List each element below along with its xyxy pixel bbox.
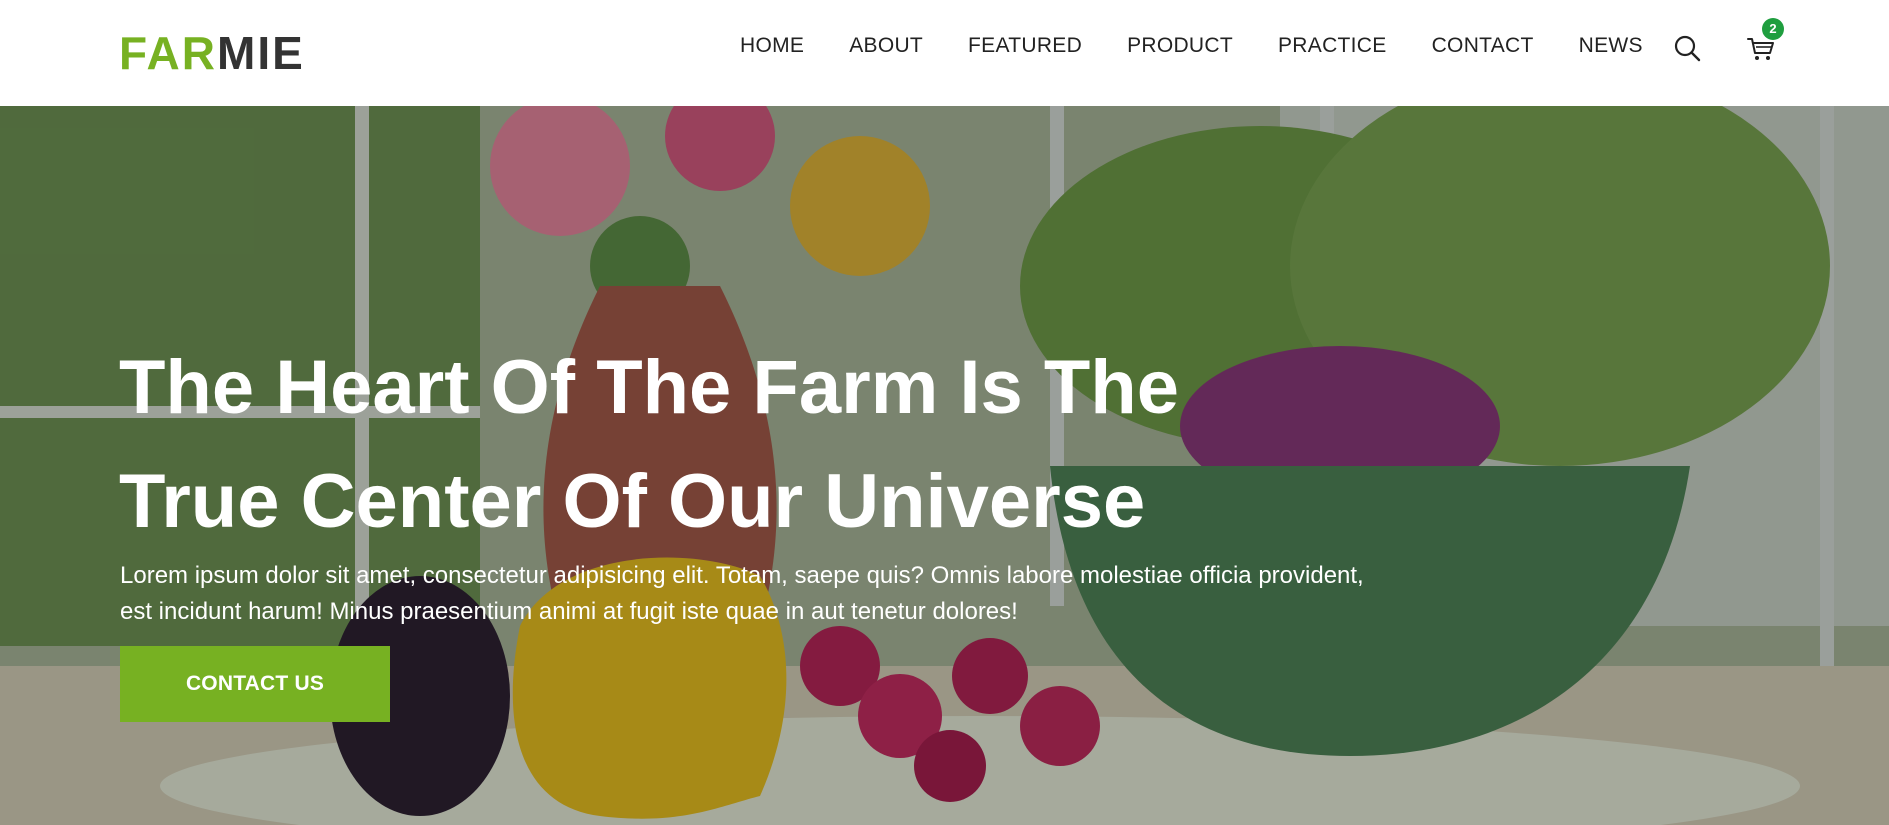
nav-item-product[interactable]: PRODUCT [1127,33,1233,59]
hero-title-line-2: True Center Of Our Universe [119,459,1146,544]
logo-part-far: FAR [119,27,217,79]
cart-count-badge: 2 [1762,18,1784,40]
nav-item-featured[interactable]: FEATURED [968,33,1082,59]
hero-title: The Heart Of The Farm Is The True Center… [119,331,1419,559]
nav-item-contact[interactable]: CONTACT [1432,33,1534,59]
hero-description: Lorem ipsum dolor sit amet, consectetur … [120,562,1364,625]
logo[interactable]: FARMIE [119,28,305,78]
main-nav: HOME ABOUT FEATURED PRODUCT PRACTICE CON… [740,33,1688,59]
hero-title-line-1: The Heart Of The Farm Is The [119,345,1179,430]
hero-banner: The Heart Of The Farm Is The True Center… [0,106,1889,825]
contact-us-button[interactable]: CONTACT US [120,646,390,722]
site-header: FARMIE HOME ABOUT FEATURED PRODUCT PRACT… [0,0,1889,106]
search-icon[interactable] [1672,33,1702,63]
nav-item-home[interactable]: HOME [740,33,804,59]
nav-item-practice[interactable]: PRACTICE [1278,33,1387,59]
nav-item-about[interactable]: ABOUT [849,33,923,59]
logo-part-mie: MIE [217,27,305,79]
nav-item-news[interactable]: NEWS [1579,33,1643,59]
